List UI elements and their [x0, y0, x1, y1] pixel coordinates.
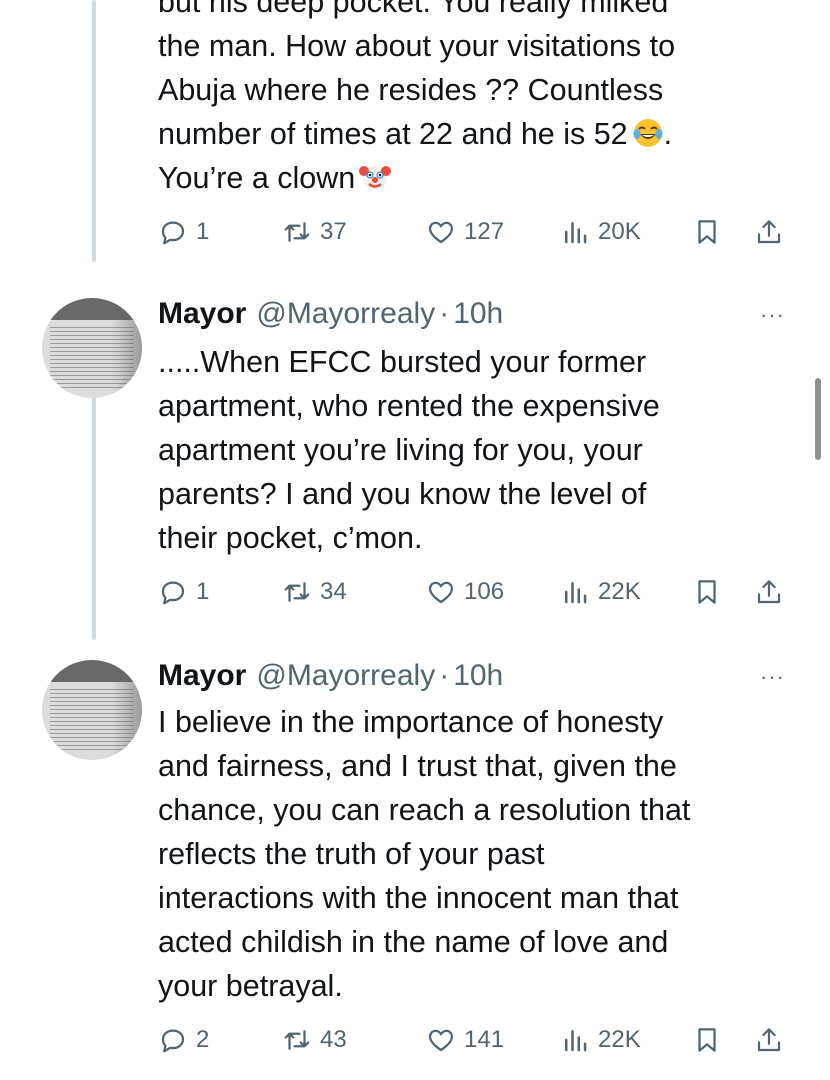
tweet-text-line: but his deep pocket. You really milked: [158, 0, 669, 19]
tweet-text: I believe in the importance of honesty a…: [158, 700, 798, 1008]
tweet-text-line: their pocket, c’mon.: [158, 521, 423, 555]
tweet-text-line: apartment, who rented the expensive: [158, 389, 660, 423]
bookmark-button[interactable]: [692, 572, 722, 612]
bookmark-button[interactable]: [692, 1020, 722, 1060]
reply-count: 1: [196, 578, 210, 605]
bookmark-icon: [698, 1028, 716, 1052]
repost-button[interactable]: 43: [282, 1020, 347, 1060]
author-name[interactable]: Mayor: [158, 297, 246, 331]
like-count: 127: [464, 218, 505, 245]
tweet-text-line: interactions with the innocent man that: [158, 881, 679, 915]
tweet-header: Mayor @Mayorrealy · 10h: [158, 294, 503, 334]
tweet-text-line: number of times at 22 and he is 52.: [158, 117, 673, 151]
like-button[interactable]: 141: [426, 1020, 504, 1060]
share-button[interactable]: [754, 1020, 784, 1060]
tweet-text-line: parents? I and you know the level of: [158, 477, 647, 511]
bookmark-icon: [698, 580, 716, 604]
reply-count: 2: [196, 1026, 210, 1053]
bookmark-button[interactable]: [692, 212, 722, 252]
share-icon: [757, 580, 781, 604]
tweet-text-line: and fairness, and I trust that, given th…: [158, 749, 677, 783]
avatar[interactable]: [42, 660, 142, 760]
views-count: 20K: [598, 218, 641, 245]
scrollbar[interactable]: [815, 378, 821, 460]
tweet-text: .....When EFCC bursted your former apart…: [158, 340, 798, 560]
heart-icon: [428, 581, 454, 604]
views-icon: [565, 222, 587, 244]
tweet-text-line: apartment you’re living for you, your: [158, 433, 643, 467]
tweet-actions: 1 34 106 22K: [158, 572, 798, 612]
share-icon: [757, 1028, 781, 1052]
tweet-text-line: I believe in the importance of honesty: [158, 705, 664, 739]
tweet-text-line: .....When EFCC bursted your former: [158, 345, 647, 379]
views-count: 22K: [598, 1026, 641, 1053]
heart-icon: [428, 1029, 454, 1052]
share-button[interactable]: [754, 572, 784, 612]
views-icon: [565, 582, 587, 604]
timestamp[interactable]: 10h: [453, 297, 503, 331]
like-button[interactable]: 106: [426, 572, 504, 612]
heart-icon: [428, 221, 454, 244]
bookmark-icon: [698, 220, 716, 244]
separator-dot: ·: [439, 659, 450, 692]
like-button[interactable]: 127: [426, 212, 504, 252]
repost-count: 34: [320, 578, 347, 605]
reply-button[interactable]: 2: [158, 1020, 209, 1060]
tweet-text-line: You’re a clown: [158, 156, 798, 200]
tweet-text-line: chance, you can reach a resolution that: [158, 793, 691, 827]
author-name[interactable]: Mayor: [158, 659, 246, 693]
tweet[interactable]: but his deep pocket. You really milked t…: [0, 0, 830, 270]
tweet-actions: 1 37 127 20K: [158, 212, 798, 252]
reply-button[interactable]: 1: [158, 572, 209, 612]
share-icon: [757, 220, 781, 244]
tweet-text: but his deep pocket. You really milked t…: [158, 0, 798, 200]
share-button[interactable]: [754, 212, 784, 252]
tweet[interactable]: Mayor @Mayorrealy · 10h ··· I believe in…: [0, 656, 830, 1076]
reply-icon: [161, 221, 185, 245]
tweet-text-fragment: You’re a clown: [158, 161, 356, 195]
tweet-text-line: acted childish in the name of love and: [158, 925, 669, 959]
repost-count: 37: [320, 218, 347, 245]
reply-icon: [161, 1029, 185, 1053]
tweet-text-line: Abuja where he resides ?? Countless: [158, 73, 664, 107]
repost-icon: [284, 582, 310, 602]
separator-dot: ·: [439, 297, 450, 330]
repost-button[interactable]: 37: [282, 212, 347, 252]
tears-of-joy-emoji: [633, 119, 663, 147]
more-icon[interactable]: ···: [760, 302, 790, 327]
reply-icon: [161, 581, 185, 605]
views-button[interactable]: 20K: [560, 212, 641, 252]
like-count: 106: [464, 578, 505, 605]
tweet[interactable]: Mayor @Mayorrealy · 10h ··· .....When EF…: [0, 294, 830, 634]
repost-count: 43: [320, 1026, 347, 1053]
more-icon[interactable]: ···: [760, 664, 790, 689]
avatar[interactable]: [42, 298, 142, 398]
tweet-actions: 2 43 141 22K: [158, 1020, 798, 1060]
tweet-header: Mayor @Mayorrealy · 10h: [158, 656, 503, 696]
like-count: 141: [464, 1026, 505, 1053]
author-handle[interactable]: @Mayorrealy: [256, 297, 435, 331]
reply-button[interactable]: 1: [158, 212, 209, 252]
views-count: 22K: [598, 578, 641, 605]
repost-icon: [284, 222, 310, 242]
views-icon: [565, 1030, 587, 1052]
timestamp[interactable]: 10h: [453, 659, 503, 693]
tweet-text-fragment: number of times at 22 and he is 52: [158, 117, 628, 151]
views-button[interactable]: 22K: [560, 1020, 641, 1060]
views-button[interactable]: 22K: [560, 572, 641, 612]
author-handle[interactable]: @Mayorrealy: [256, 659, 435, 693]
reply-count: 1: [196, 218, 210, 245]
clown-face-emoji: [359, 166, 392, 190]
tweet-text-line: your betrayal.: [158, 969, 343, 1003]
tweet-text-line: the man. How about your visitations to: [158, 29, 676, 63]
tweet-text-line: reflects the truth of your past: [158, 837, 545, 871]
repost-button[interactable]: 34: [282, 572, 347, 612]
repost-icon: [284, 1030, 310, 1050]
